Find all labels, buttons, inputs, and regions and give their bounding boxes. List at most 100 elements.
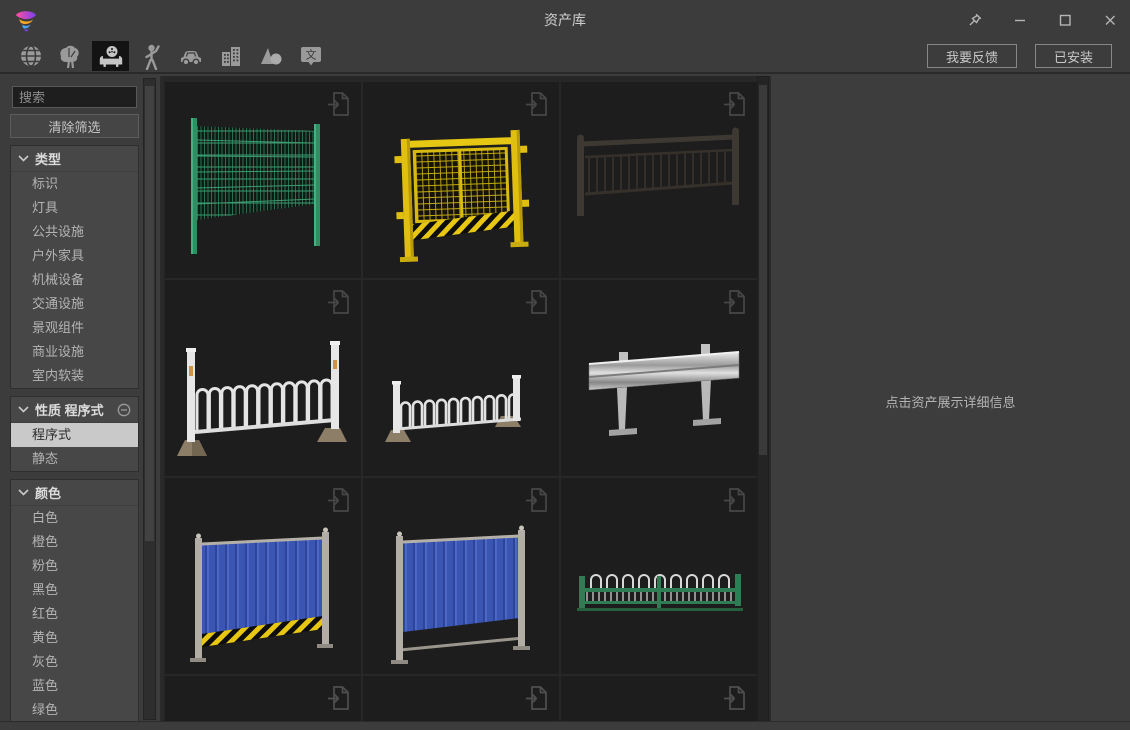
export-icon [722,683,748,713]
filter-section-color-header[interactable]: 颜色 [11,480,138,506]
search-input[interactable] [12,86,137,108]
filter-item[interactable]: 黄色 [11,626,138,650]
filter-item[interactable]: 白色 [11,506,138,530]
asset-card[interactable] [561,280,757,476]
asset-card[interactable] [363,676,559,722]
svg-text:文: 文 [305,48,316,62]
filter-sidebar: 清除筛选 类型 标识 灯具 公共设施 户外家具 机械设备 交通设施 景观组件 商… [0,76,163,722]
tab-primitives[interactable] [252,41,289,71]
open-asset-button[interactable] [524,89,550,119]
export-icon [524,89,550,119]
window-controls [966,11,1118,28]
decal-text-icon: 文 [297,42,325,70]
category-toolbar: 文 我要反馈 已安装 [0,40,1130,74]
open-asset-button[interactable] [524,485,550,515]
asset-card[interactable] [561,676,757,722]
filter-item[interactable]: 黑色 [11,578,138,602]
window-bottom-frame [0,721,1130,730]
filter-item[interactable]: 机械设备 [11,268,138,292]
open-asset-button[interactable] [524,683,550,713]
asset-card[interactable] [363,478,559,674]
open-asset-button[interactable] [722,683,748,713]
open-asset-button[interactable] [326,683,352,713]
chevron-down-icon [18,489,29,496]
remove-filter-icon[interactable] [117,403,131,417]
filter-item[interactable]: 蓝色 [11,674,138,698]
filter-section-title: 性质 程序式 [35,400,104,419]
filter-item[interactable]: 标识 [11,172,138,196]
asset-card[interactable] [363,82,559,278]
feedback-button[interactable]: 我要反馈 [927,44,1017,68]
sidebar-scrollbar[interactable] [143,78,156,720]
primitives-icon [257,42,285,70]
building-icon [217,42,245,70]
open-asset-button[interactable] [722,287,748,317]
filter-item[interactable]: 商业设施 [11,340,138,364]
clear-filters-button[interactable]: 清除筛选 [10,114,139,138]
grid-scrollbar[interactable] [757,76,769,722]
filter-item[interactable]: 公共设施 [11,220,138,244]
export-icon [326,287,352,317]
asset-card[interactable] [561,478,757,674]
filter-item[interactable]: 室内软装 [11,364,138,388]
grid-scrollbar-thumb[interactable] [759,85,767,455]
export-icon [524,683,550,713]
filter-section-type: 类型 标识 灯具 公共设施 户外家具 机械设备 交通设施 景观组件 商业设施 室… [10,145,139,389]
filter-item[interactable]: 交通设施 [11,292,138,316]
minimize-icon[interactable] [1011,11,1028,28]
furniture-icon [97,42,125,70]
asset-card[interactable] [363,280,559,476]
filter-section-title: 类型 [35,149,61,168]
tab-furniture-selected[interactable] [92,41,129,71]
trees-icon [57,42,85,70]
filter-section-nature-header[interactable]: 性质 程序式 [11,397,138,423]
vehicle-icon [177,42,205,70]
asset-card[interactable] [165,478,361,674]
sidebar-scrollbar-thumb[interactable] [145,86,154,541]
tab-vehicles[interactable] [172,41,209,71]
tab-globe[interactable] [12,41,49,71]
open-asset-button[interactable] [326,287,352,317]
filter-item[interactable]: 静态 [11,447,138,471]
app-window: { "window": { "title": "资产库", "controls"… [0,0,1130,730]
open-asset-button[interactable] [722,89,748,119]
tab-vegetation[interactable] [52,41,89,71]
chevron-down-icon [18,155,29,162]
maximize-icon[interactable] [1056,11,1073,28]
pin-icon[interactable] [966,11,983,28]
open-asset-button[interactable] [326,89,352,119]
filter-item[interactable]: 粉色 [11,554,138,578]
filter-item[interactable]: 红色 [11,602,138,626]
filter-item[interactable]: 景观组件 [11,316,138,340]
asset-card[interactable] [561,82,757,278]
asset-card[interactable] [165,676,361,722]
open-asset-button[interactable] [326,485,352,515]
close-icon[interactable] [1101,11,1118,28]
detail-panel: 点击资产展示详细信息 [769,76,1130,722]
filter-item[interactable]: 户外家具 [11,244,138,268]
export-icon [326,89,352,119]
filter-section-type-header[interactable]: 类型 [11,146,138,172]
filter-item[interactable]: 橙色 [11,530,138,554]
tab-decals[interactable]: 文 [292,41,329,71]
export-icon [326,683,352,713]
tab-buildings[interactable] [212,41,249,71]
asset-card[interactable] [165,82,361,278]
tab-characters[interactable] [132,41,169,71]
page-title: 资产库 [0,0,1130,40]
filter-item[interactable]: 绿色 [11,698,138,722]
filter-item-selected[interactable]: 程序式 [11,423,138,447]
asset-grid [163,76,757,722]
asset-card[interactable] [165,280,361,476]
open-asset-button[interactable] [524,287,550,317]
filter-item[interactable]: 灯具 [11,196,138,220]
open-asset-button[interactable] [722,485,748,515]
filter-item[interactable]: 灰色 [11,650,138,674]
filter-section-color: 颜色 白色 橙色 粉色 黑色 红色 黄色 灰色 蓝色 绿色 紫色 [10,479,139,722]
character-icon [137,42,165,70]
export-icon [722,287,748,317]
export-icon [326,485,352,515]
detail-placeholder-text: 点击资产展示详细信息 [771,392,1130,411]
installed-button[interactable]: 已安装 [1035,44,1112,68]
filter-scroll-area: 清除筛选 类型 标识 灯具 公共设施 户外家具 机械设备 交通设施 景观组件 商… [0,76,142,722]
